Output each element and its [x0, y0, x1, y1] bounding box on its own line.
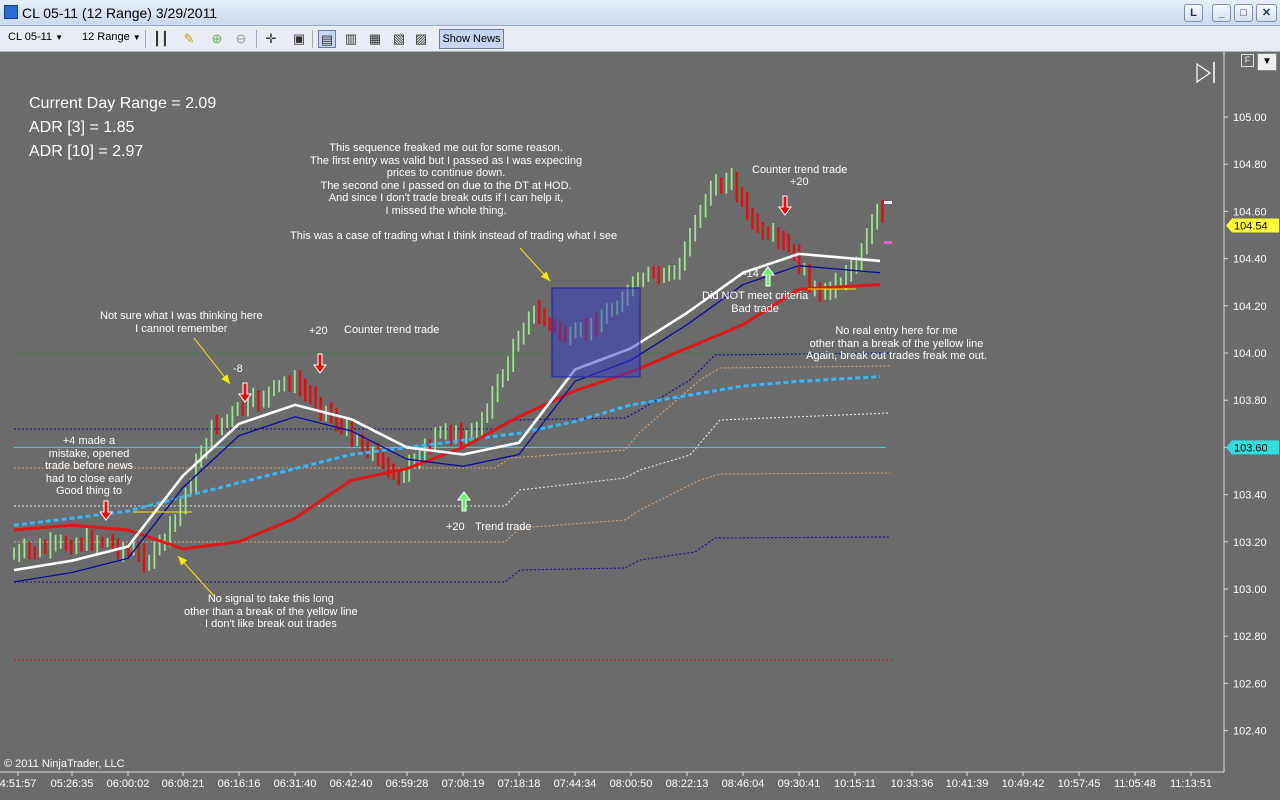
interval-selector[interactable]: 12 Range ▼: [82, 31, 141, 43]
zoom-box-icon[interactable]: ▣: [290, 30, 308, 48]
strategies-icon[interactable]: ▦: [366, 30, 384, 48]
time-tick-label: 06:08:21: [162, 778, 205, 790]
draw-pencil-icon[interactable]: ✎: [180, 30, 198, 48]
last-price-marker-label: 104.54: [1234, 221, 1268, 233]
annotation-no-signal: No signal to take this long other than a …: [184, 593, 358, 630]
chart-trader-icon[interactable]: ▤: [318, 30, 336, 48]
show-news-button[interactable]: Show News: [439, 29, 504, 49]
time-tick-label: 05:26:35: [51, 778, 94, 790]
indicators-icon[interactable]: ▥: [342, 30, 360, 48]
price-tick-label: 102.40: [1233, 726, 1267, 738]
annotation-freaked-out: This sequence freaked me out for some re…: [310, 142, 583, 217]
price-tick-label: 102.80: [1233, 631, 1267, 643]
annotation-minus-fourteen: -14: [743, 268, 759, 280]
price-tick-label: 105.00: [1233, 112, 1267, 124]
time-tick-label: 10:57:45: [1058, 778, 1101, 790]
toolbar-divider: [256, 30, 257, 48]
price-tick-label: 104.20: [1233, 301, 1267, 313]
price-tick-label: 104.00: [1233, 348, 1267, 360]
price-tick-label: 103.40: [1233, 490, 1267, 502]
time-tick-label: 06:59:28: [386, 778, 429, 790]
instrument-selector[interactable]: CL 05-11 ▼: [8, 31, 63, 43]
time-tick-label: 11:05:48: [1114, 778, 1156, 790]
order-marker: [884, 201, 892, 204]
annotation-plus-four: +4 made a mistake, opened trade before new…: [45, 435, 134, 497]
annotation-not-sure: Not sure what I was thinking here I canno…: [100, 310, 263, 335]
ninjatrader-app-icon: [4, 5, 18, 19]
adr10-stat: ADR [10] = 2.97: [29, 143, 144, 160]
link-button[interactable]: L: [1184, 4, 1203, 22]
price-tick-label: 104.80: [1233, 159, 1267, 171]
time-tick-label: 10:15:11: [834, 778, 876, 790]
adr3-stat: ADR [3] = 1.85: [29, 119, 135, 136]
level-marker-label: 103.60: [1234, 442, 1268, 454]
annotation-plus-twenty-trend: +20: [446, 521, 465, 533]
time-tick-label: 07:08:19: [442, 778, 485, 790]
zoom-in-icon[interactable]: ⊕: [208, 30, 226, 48]
chart-f-button[interactable]: F: [1241, 54, 1254, 67]
time-tick-label: 08:46:04: [722, 778, 765, 790]
interval-label: 12 Range: [82, 31, 130, 43]
price-tick-label: 102.60: [1233, 678, 1267, 690]
toolbar-divider: [145, 30, 146, 48]
price-tick-label: 103.20: [1233, 537, 1267, 549]
toolbar-divider: [312, 30, 313, 48]
chart-panel[interactable]: 105.00 104.80 104.60 104.40 104.20 104.00 103.…: [0, 52, 1280, 800]
time-tick-label: 06:42:40: [330, 778, 373, 790]
title-bar: CL 05-11 (12 Range) 3/29/2011 L _ □ ✕: [0, 0, 1280, 26]
annotation-plus-twenty-top: +20: [790, 176, 809, 188]
price-tick-label: 104.60: [1233, 206, 1267, 218]
price-tick-label: 103.00: [1233, 584, 1267, 596]
bar-style-icon[interactable]: ┃┃: [152, 30, 170, 48]
annotation-case-of: This was a case of trading what I think …: [290, 230, 618, 242]
chart-menu-button[interactable]: ▼: [1257, 53, 1277, 71]
time-tick-label: 06:31:40: [274, 778, 317, 790]
annotation-minus-eight: -8: [233, 363, 243, 375]
annotation-plus-twenty-ct: +20: [309, 325, 328, 337]
time-tick-label: 09:30:41: [778, 778, 821, 790]
crosshair-icon[interactable]: ✛: [262, 30, 280, 48]
window-title: CL 05-11 (12 Range) 3/29/2011: [22, 5, 218, 21]
time-tick-label: 06:00:02: [107, 778, 150, 790]
time-tick-label: 10:49:42: [1002, 778, 1045, 790]
price-tick-label: 103.80: [1233, 395, 1267, 407]
price-tick-label: 104.40: [1233, 254, 1267, 266]
maximize-button[interactable]: □: [1234, 4, 1253, 22]
chart-background: [0, 52, 1280, 800]
time-tick-label: 10:41:39: [946, 778, 989, 790]
price-chart[interactable]: 105.00 104.80 104.60 104.40 104.20 104.00 103.…: [0, 52, 1280, 800]
time-tick-label: 06:16:16: [218, 778, 261, 790]
properties-icon[interactable]: ▧: [390, 30, 408, 48]
annotation-trend-trade: Trend trade: [475, 521, 532, 533]
data-box-icon[interactable]: ▨: [412, 30, 430, 48]
chevron-down-icon: ▼: [132, 33, 141, 42]
time-tick-label: 07:44:34: [554, 778, 597, 790]
time-tick-label: 07:18:18: [498, 778, 541, 790]
time-tick-label: 11:13:51: [1170, 778, 1212, 790]
highlight-box: [551, 287, 641, 378]
annotation-counter-trend-2: Counter trend trade: [752, 164, 848, 176]
chevron-down-icon: ▼: [55, 33, 64, 42]
copyright-text: © 2011 NinjaTrader, LLC: [4, 758, 125, 770]
annotation-did-not-meet: Did NOT meet criteria Bad trade: [702, 290, 809, 315]
current-day-range-stat: Current Day Range = 2.09: [29, 95, 217, 112]
zoom-out-icon[interactable]: ⊖: [232, 30, 250, 48]
time-tick-label: 08:00:50: [610, 778, 653, 790]
order-marker: [884, 241, 892, 244]
time-tick-label: 08:22:13: [666, 778, 709, 790]
annotation-no-real-entry: No real entry here for me other than a br…: [806, 325, 987, 362]
instrument-label: CL 05-11: [8, 31, 53, 43]
time-tick-label: 4:51:57: [0, 778, 36, 790]
chart-toolbar: CL 05-11 ▼ 12 Range ▼ ┃┃ ✎ ⊕ ⊖ ✛ ▣ ▤ ▥ ▦…: [0, 26, 1280, 52]
annotation-counter-trend-1: Counter trend trade: [344, 324, 440, 336]
time-tick-label: 10:33:36: [891, 778, 934, 790]
close-button[interactable]: ✕: [1256, 4, 1277, 22]
minimize-button[interactable]: _: [1212, 4, 1231, 22]
